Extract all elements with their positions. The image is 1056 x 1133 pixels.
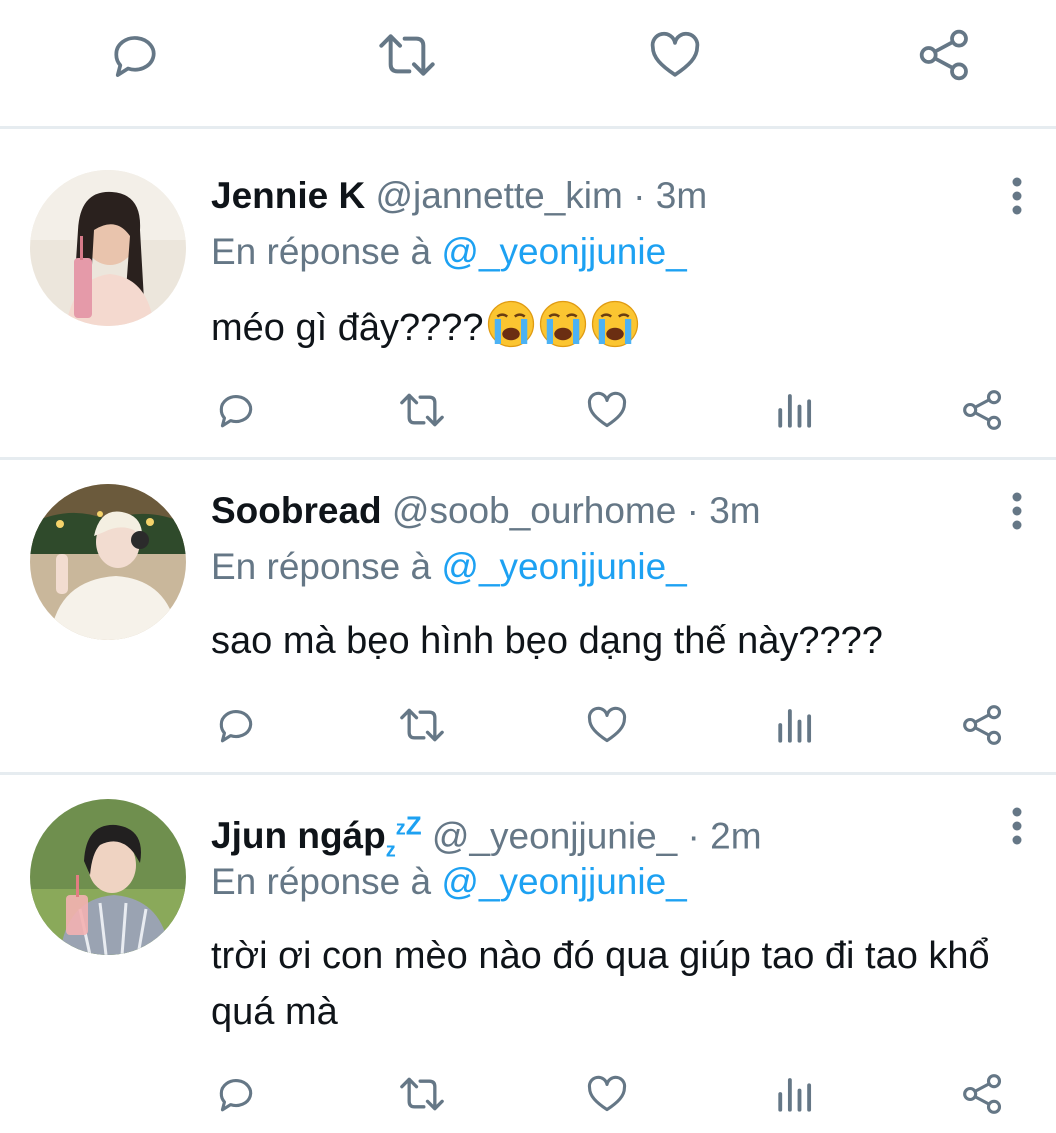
analytics-icon[interactable] <box>775 703 817 747</box>
like-icon[interactable] <box>584 1072 630 1116</box>
separator-dot: · <box>686 490 699 531</box>
tweet-text-content: trời ơi con mèo nào đó qua giúp tao đi t… <box>211 935 990 1033</box>
reply-context: En réponse à @_yeonjjunie_ <box>211 545 687 589</box>
separator-dot: · <box>633 175 646 216</box>
reply-context: En réponse à @_yeonjjunie_ <box>211 230 687 274</box>
reply-icon[interactable] <box>214 1072 258 1116</box>
tweet-text-content: méo gì đây???? <box>211 307 484 349</box>
avatar[interactable] <box>30 799 186 955</box>
reply-icon[interactable] <box>214 388 258 432</box>
share-icon[interactable] <box>960 1072 1006 1116</box>
avatar[interactable] <box>30 484 186 640</box>
like-icon[interactable] <box>646 27 704 83</box>
avatar[interactable] <box>30 170 186 326</box>
like-icon[interactable] <box>584 388 630 432</box>
reply-icon[interactable] <box>214 703 258 747</box>
reply-prefix: En réponse à <box>211 231 432 272</box>
reply-prefix: En réponse à <box>211 861 432 902</box>
like-icon[interactable] <box>584 703 630 747</box>
retweet-icon[interactable] <box>374 27 440 83</box>
tweet-header: Soobread @soob_ourhome · 3m <box>211 489 761 533</box>
more-options-icon[interactable] <box>1006 491 1028 536</box>
user-handle[interactable]: @_yeonjjunie_ <box>432 815 677 856</box>
reply-prefix: En réponse à <box>211 546 432 587</box>
reply-tweet[interactable]: Jennie K @jannette_kim · 3m En réponse à… <box>0 129 1056 457</box>
retweet-icon[interactable] <box>396 388 448 432</box>
share-icon[interactable] <box>960 388 1006 432</box>
tweet-text: trời ơi con mèo nào đó qua giúp tao đi t… <box>211 928 1031 1040</box>
reply-tweet[interactable]: Jjun ngápzzZ @_yeonjjunie_ · 2m En répon… <box>0 775 1056 1133</box>
reply-mention-link[interactable]: @_yeonjjunie_ <box>441 546 686 587</box>
share-icon[interactable] <box>915 27 975 83</box>
main-tweet-action-bar <box>0 0 1056 128</box>
crying-face-icon <box>590 299 640 365</box>
timestamp: 3m <box>655 175 708 216</box>
tweet-text-content: sao mà bẹo hình bẹo dạng thế này???? <box>211 620 883 662</box>
separator-dot: · <box>687 815 700 857</box>
user-handle[interactable]: @soob_ourhome <box>392 490 676 531</box>
crying-face-icon <box>538 299 588 365</box>
display-name[interactable]: Jennie K <box>211 175 365 216</box>
timestamp: 3m <box>709 490 761 531</box>
reply-mention-link[interactable]: @_yeonjjunie_ <box>441 861 686 902</box>
display-name[interactable]: Jjun ngápzzZ <box>211 811 422 862</box>
crying-face-icon <box>486 299 536 365</box>
more-options-icon[interactable] <box>1006 806 1028 851</box>
display-name[interactable]: Soobread <box>211 490 382 531</box>
tweet-text: sao mà bẹo hình bẹo dạng thế này???? <box>211 613 1031 669</box>
retweet-icon[interactable] <box>396 1072 448 1116</box>
more-options-icon[interactable] <box>1006 176 1028 221</box>
reply-mention-link[interactable]: @_yeonjjunie_ <box>441 231 686 272</box>
share-icon[interactable] <box>960 703 1006 747</box>
reply-context: En réponse à @_yeonjjunie_ <box>211 860 687 904</box>
tweet-text: méo gì đây???? <box>211 299 1031 365</box>
retweet-icon[interactable] <box>396 703 448 747</box>
tweet-header: Jennie K @jannette_kim · 3m <box>211 174 707 218</box>
reply-icon[interactable] <box>107 27 163 83</box>
analytics-icon[interactable] <box>775 1072 817 1116</box>
timestamp: 2m <box>710 815 762 857</box>
user-handle[interactable]: @jannette_kim <box>376 175 623 216</box>
analytics-icon[interactable] <box>775 388 817 432</box>
reply-tweet[interactable]: Soobread @soob_ourhome · 3m En réponse à… <box>0 460 1056 772</box>
